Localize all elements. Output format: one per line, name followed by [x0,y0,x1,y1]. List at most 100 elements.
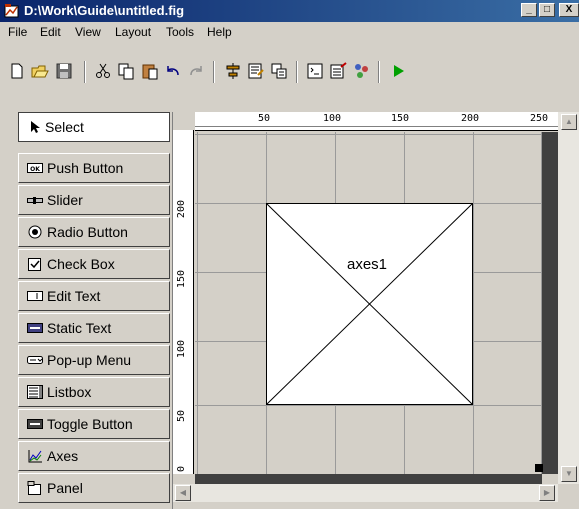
ruler-label: 100 [176,340,187,359]
scroll-left-button[interactable]: ◀ [175,485,191,501]
ruler-label: 200 [461,113,480,124]
check-box-icon [28,258,41,271]
scroll-up-button[interactable]: ▲ [561,114,577,130]
title-bar[interactable]: D:\Work\Guide\untitled.fig _ □ X [0,0,579,22]
toolbar [0,43,579,105]
axes-cross-lines [267,204,472,404]
cut-icon[interactable] [93,61,113,81]
matlab-figure-icon [4,4,19,18]
object-browser-icon[interactable] [351,61,371,81]
axes-placeholder[interactable]: axes1 [266,203,473,405]
push-button-icon: OK [27,163,43,173]
close-icon: X [565,4,573,15]
palette-popup-menu[interactable]: Pop-up Menu [18,345,170,375]
menu-edit[interactable]: Edit [40,25,61,39]
palette-radio-button[interactable]: Radio Button [18,217,170,247]
menu-file[interactable]: File [8,25,27,39]
menu-editor-icon[interactable] [246,61,266,81]
svg-text:OK: OK [30,166,40,173]
toolbar-separator [378,61,380,83]
palette-label: Toggle Button [47,416,133,432]
palette-edit-text[interactable]: Edit Text [18,281,170,311]
palette-toggle-button[interactable]: Toggle Button [18,409,170,439]
vertical-ruler: 200 150 100 50 0 [173,130,194,474]
toggle-button-icon [27,419,43,429]
palette-check-box[interactable]: Check Box [18,249,170,279]
undo-icon[interactable] [163,61,183,81]
axes-tag-label: axes1 [347,256,388,273]
toolbar-separator [84,61,86,83]
palette-slider[interactable]: Slider [18,185,170,215]
palette-axes[interactable]: Axes [18,441,170,471]
edit-text-icon [27,291,43,301]
guide-window: D:\Work\Guide\untitled.fig _ □ X File Ed… [0,0,579,509]
figure-right-edge [542,132,558,474]
palette-label: Push Button [47,160,124,176]
maximize-icon: □ [543,4,551,15]
horizontal-scrollbar[interactable]: ◀ ▶ [173,484,558,502]
ruler-label: 150 [176,270,187,289]
save-icon[interactable] [54,61,74,81]
palette-static-text[interactable]: Static Text [18,313,170,343]
static-text-icon [27,323,43,333]
menu-tools[interactable]: Tools [166,25,194,39]
paste-icon[interactable] [140,61,160,81]
popup-menu-icon [27,356,43,364]
palette-push-button[interactable]: OK Push Button [18,153,170,183]
cursor-arrow-icon [31,121,40,133]
palette-listbox[interactable]: Listbox [18,377,170,407]
resize-handle[interactable] [535,464,543,472]
grid-line [473,132,474,474]
toolbar-separator [213,61,215,83]
copy-icon[interactable] [116,61,136,81]
radio-button-icon [28,225,42,239]
horizontal-ruler: 50 100 150 200 250 [195,112,565,131]
tab-order-icon[interactable] [269,61,289,81]
menu-layout[interactable]: Layout [115,25,151,39]
scroll-down-button[interactable]: ▼ [561,466,577,482]
slider-icon [27,197,43,204]
menu-help[interactable]: Help [207,25,232,39]
property-inspector-icon[interactable] [328,61,348,81]
palette-label: Select [45,119,84,135]
palette-label: Slider [47,192,83,208]
ruler-label: 150 [391,113,410,124]
minimize-button[interactable]: _ [521,3,537,17]
redo-icon[interactable] [186,61,206,81]
ruler-label: 200 [176,200,187,219]
ruler-label: 50 [258,113,271,124]
menu-view[interactable]: View [75,25,101,39]
palette-label: Panel [47,480,83,496]
close-button[interactable]: X [559,3,579,17]
palette-label: Static Text [47,320,112,336]
menu-bar: File Edit View Layout Tools Help [0,22,579,41]
run-icon[interactable] [388,61,408,81]
layout-area: 50 100 150 200 250 200 150 100 50 0 axes… [172,112,579,509]
new-icon[interactable] [7,61,27,81]
panel-icon [27,481,41,495]
ruler-label: 100 [323,113,342,124]
palette-label: Check Box [47,256,115,272]
minimize-icon: _ [526,4,532,15]
palette-panel[interactable]: Panel [18,473,170,503]
mfile-editor-icon[interactable] [305,61,325,81]
ruler-label: 50 [176,410,187,423]
palette-select[interactable]: Select [18,112,170,142]
palette-label: Listbox [47,384,92,400]
maximize-button[interactable]: □ [539,3,555,17]
ruler-label: 250 [530,113,549,124]
component-palette: Select OK Push Button Slider Radio Butto… [14,112,170,509]
align-icon[interactable] [223,61,243,81]
palette-label: Pop-up Menu [47,352,132,368]
window-title: D:\Work\Guide\untitled.fig [24,3,185,18]
grid-line [195,405,542,406]
palette-label: Edit Text [47,288,101,304]
open-icon[interactable] [30,61,50,81]
vertical-scrollbar[interactable]: ▲ ▼ [558,112,579,484]
scroll-right-button[interactable]: ▶ [539,485,555,501]
figure-canvas[interactable]: axes1 [195,132,542,474]
axes-icon [28,450,42,463]
figure-bottom-edge [195,474,542,484]
grid-line [197,132,198,474]
ruler-label: 0 [176,466,187,473]
